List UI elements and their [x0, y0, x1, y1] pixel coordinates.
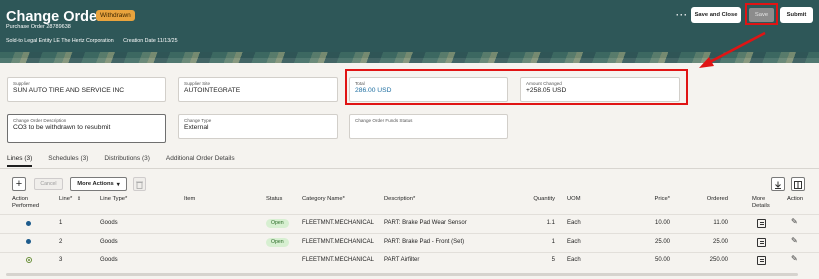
- tab-divider: [0, 168, 819, 169]
- row-ordered: 25.00: [712, 239, 728, 245]
- row-divider: [0, 233, 819, 234]
- row-line: 1: [59, 220, 63, 226]
- col-more-details[interactable]: More Details: [752, 196, 776, 210]
- save-highlight-box: [745, 3, 778, 25]
- col-item[interactable]: Item: [184, 196, 195, 203]
- change-order-description-field[interactable]: Change Order Description CO3 to be withd…: [7, 114, 166, 143]
- delete-button[interactable]: [133, 177, 146, 191]
- change-type-value: External: [184, 124, 209, 131]
- purchase-order-subtitle: Purchase Order 28789638: [6, 24, 71, 30]
- tab-bar: Lines (3) Schedules (3) Distributions (3…: [7, 155, 235, 167]
- totals-highlight-box: [345, 69, 688, 105]
- supplier-site-label: Supplier Site: [184, 81, 211, 86]
- row-line-type: Goods: [100, 239, 118, 245]
- col-action[interactable]: Action: [787, 196, 803, 203]
- edit-icon[interactable]: ✎: [791, 217, 798, 226]
- funds-status-label: Change Order Funds Status: [355, 118, 413, 123]
- edit-icon[interactable]: ✎: [791, 236, 798, 245]
- col-uom[interactable]: UOM: [567, 196, 581, 203]
- horizontal-scrollbar[interactable]: [6, 273, 798, 276]
- supplier-site-value: AUTOINTEGRATE: [184, 87, 241, 94]
- row-price: 25.00: [654, 239, 670, 245]
- description-value[interactable]: CO3 to be withdrawn to resubmit: [13, 124, 160, 131]
- col-price[interactable]: Price*: [630, 196, 670, 203]
- row-category: FLEETMNT.MECHANICAL: [302, 257, 375, 263]
- status-badge: Open: [266, 238, 289, 247]
- creation-date: Creation Date 11/13/25: [123, 38, 178, 44]
- row-category: FLEETMNT.MECHANICAL: [302, 239, 375, 245]
- row-divider: [0, 252, 819, 253]
- row-line-type: Goods: [100, 220, 118, 226]
- row-description: PART Airfilter: [384, 257, 420, 263]
- add-line-button[interactable]: +: [12, 177, 26, 191]
- more-options-icon[interactable]: ···: [676, 10, 688, 20]
- submit-button[interactable]: Submit: [780, 7, 813, 23]
- header-meta: Sold-to Legal Entity LE The Hertz Corpor…: [6, 38, 178, 44]
- header-decorative-band: [0, 52, 819, 63]
- details-icon[interactable]: [757, 238, 766, 247]
- col-line[interactable]: Line* ⇕: [59, 196, 81, 203]
- col-description[interactable]: Description*: [384, 196, 415, 203]
- chevron-down-icon: ▾: [116, 181, 120, 188]
- funds-status-field: Change Order Funds Status: [349, 114, 508, 139]
- sort-icon: ⇕: [76, 196, 82, 202]
- row-ordered: 11.00: [713, 220, 728, 226]
- row-quantity: 1.1: [546, 220, 555, 226]
- col-line-label: Line*: [59, 196, 73, 202]
- tab-distributions[interactable]: Distributions (3): [104, 155, 150, 167]
- trash-icon: [136, 181, 143, 189]
- download-icon: [775, 181, 781, 189]
- sold-to-entity: Sold-to Legal Entity LE The Hertz Corpor…: [6, 38, 114, 44]
- row-line: 3: [59, 257, 63, 263]
- row-description: PART: Brake Pad - Front (Set): [384, 239, 465, 245]
- row-line-type: Goods: [100, 257, 118, 263]
- details-icon[interactable]: [757, 219, 766, 228]
- row-price: 10.00: [654, 220, 670, 226]
- columns-icon: [794, 181, 802, 189]
- tab-lines[interactable]: Lines (3): [7, 155, 33, 167]
- col-quantity[interactable]: Quantity: [510, 196, 555, 203]
- status-badge: Open: [266, 219, 289, 228]
- edit-icon[interactable]: ✎: [791, 254, 798, 263]
- row-uom: Each: [567, 239, 581, 245]
- row-quantity: 5: [551, 257, 555, 263]
- row-quantity: 1: [551, 239, 555, 245]
- more-actions-button[interactable]: More Actions ▾: [70, 177, 127, 191]
- row-line: 2: [59, 239, 63, 245]
- row-uom: Each: [567, 220, 581, 226]
- tab-additional-order-details[interactable]: Additional Order Details: [166, 155, 235, 167]
- tab-schedules[interactable]: Schedules (3): [48, 155, 88, 167]
- cancel-line-button[interactable]: Cancel: [34, 178, 63, 190]
- row-uom: Each: [567, 257, 581, 263]
- change-type-field[interactable]: Change Type External: [178, 114, 338, 139]
- col-status[interactable]: Status: [266, 196, 282, 203]
- page-header: Change Order 3 Withdrawn Purchase Order …: [0, 0, 819, 58]
- action-indicator-icon: [26, 221, 31, 226]
- save-and-close-button[interactable]: Save and Close: [691, 7, 741, 23]
- change-type-label: Change Type: [184, 118, 212, 123]
- col-line-type[interactable]: Line Type*: [100, 196, 127, 203]
- row-description: PART: Brake Pad Wear Sensor: [384, 220, 467, 226]
- supplier-label: Supplier: [13, 81, 30, 86]
- col-action-performed[interactable]: Action Performed: [12, 196, 46, 210]
- action-indicator-icon: [26, 257, 32, 263]
- more-actions-label: More Actions: [77, 181, 114, 187]
- status-badge: Withdrawn: [96, 10, 135, 21]
- row-price: 50.00: [654, 257, 670, 263]
- details-icon[interactable]: [757, 256, 766, 265]
- action-indicator-icon: [26, 239, 31, 244]
- col-category-name[interactable]: Category Name*: [302, 196, 345, 203]
- col-ordered[interactable]: Ordered: [688, 196, 728, 203]
- export-button[interactable]: [771, 177, 785, 191]
- row-ordered: 250.00: [709, 257, 728, 263]
- supplier-field[interactable]: Supplier SUN AUTO TIRE AND SERVICE INC: [7, 77, 166, 102]
- columns-view-button[interactable]: [791, 177, 805, 191]
- header-divider: [0, 214, 819, 215]
- row-category: FLEETMNT.MECHANICAL: [302, 220, 375, 226]
- supplier-site-field[interactable]: Supplier Site AUTOINTEGRATE: [178, 77, 338, 102]
- supplier-value: SUN AUTO TIRE AND SERVICE INC: [13, 87, 125, 94]
- description-label: Change Order Description: [13, 118, 67, 123]
